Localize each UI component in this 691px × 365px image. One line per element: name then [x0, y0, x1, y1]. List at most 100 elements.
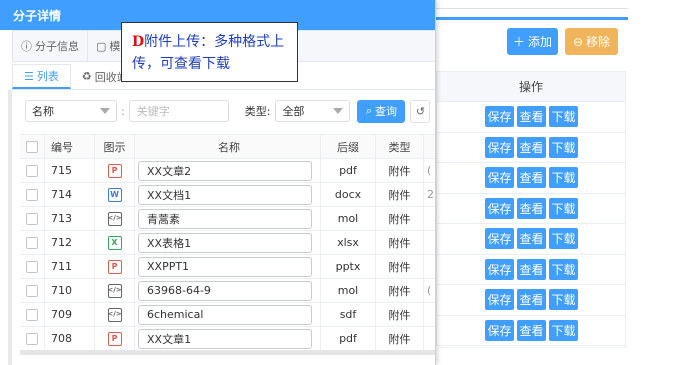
name-input[interactable]: XX表格1 [138, 232, 312, 253]
search-field-select[interactable]: 名称 [25, 100, 117, 122]
tab-molecule-info[interactable]: ⓘ 分子信息 [13, 31, 88, 61]
row-select-cell[interactable] [20, 207, 45, 230]
query-label: 查询 [375, 105, 398, 118]
view-button[interactable]: 查看 [517, 167, 546, 189]
row-checkbox[interactable] [26, 236, 38, 249]
download-button[interactable]: 下载 [549, 167, 578, 189]
save-button[interactable]: 保存 [485, 197, 514, 219]
row-type: 附件 [376, 207, 424, 230]
operations-header: 操作 [437, 71, 625, 102]
callout-text: 附件上传：多种格式上传，可查看下载 [132, 34, 285, 72]
name-input[interactable]: 63968-64-9 [138, 280, 312, 301]
row-type: 附件 [376, 231, 424, 254]
view-button[interactable]: 查看 [517, 106, 546, 128]
name-input[interactable]: 6chemical [138, 304, 312, 325]
row-checkbox[interactable] [26, 308, 38, 321]
save-button[interactable]: 保存 [485, 167, 514, 189]
download-button[interactable]: 下载 [549, 197, 578, 219]
view-button[interactable]: 查看 [517, 319, 546, 341]
row-num: 713 [45, 207, 95, 230]
select-value: 全部 [282, 105, 305, 118]
row-name-cell: 63968-64-9 [135, 279, 321, 302]
panel-top-divider [436, 8, 628, 9]
row-checkbox[interactable] [26, 332, 38, 345]
table-row[interactable]: 712 X XX表格1 xlsx 附件 [20, 231, 435, 255]
download-button[interactable]: 下载 [549, 136, 578, 158]
download-button[interactable]: 下载 [549, 289, 578, 311]
row-type: 附件 [376, 327, 424, 350]
view-button[interactable]: 查看 [517, 258, 546, 280]
subtab-list[interactable]: ☰ 列表 [12, 64, 71, 89]
row-checkbox[interactable] [26, 164, 38, 177]
row-select-cell[interactable] [20, 303, 45, 326]
download-button[interactable]: 下载 [549, 258, 578, 280]
vertical-scrollbar[interactable] [8, 90, 12, 365]
table-row[interactable]: 715 P XX文章2 pdf 附件( [20, 159, 435, 183]
view-button[interactable]: 查看 [517, 228, 546, 250]
table-row[interactable]: 713 </> 青蒿素 mol 附件 [20, 207, 435, 231]
select-all-cell[interactable] [20, 135, 45, 158]
save-button[interactable]: 保存 [485, 228, 514, 250]
chevron-down-icon [100, 108, 110, 114]
row-name-cell: XXPPT1 [135, 255, 321, 278]
save-button[interactable]: 保存 [485, 289, 514, 311]
table-row[interactable]: 708 P XX文章1 pdf 附件 [20, 327, 435, 351]
row-select-cell[interactable] [20, 255, 45, 278]
query-button[interactable]: ⌕ 查询 [357, 99, 406, 123]
download-button[interactable]: 下载 [549, 106, 578, 128]
row-select-cell[interactable] [20, 327, 45, 350]
add-button[interactable]: ＋ 添加 [507, 28, 558, 55]
attachment-table: 编号 图示 名称 后缀 类型 715 P XX文章2 pdf 附件(714 W XX文档1 d… [20, 134, 435, 351]
row-checkbox[interactable] [26, 212, 38, 225]
horizontal-scrollbar[interactable] [20, 350, 435, 355]
save-button[interactable]: 保存 [485, 136, 514, 158]
name-input[interactable]: XXPPT1 [138, 256, 312, 277]
view-button[interactable]: 查看 [517, 197, 546, 219]
header-icon: 图示 [95, 135, 135, 158]
table-row[interactable]: 710 </> 63968-64-9 mol 附件( [20, 279, 435, 303]
row-name-cell: XX文章2 [135, 159, 321, 182]
row-select-cell[interactable] [20, 183, 45, 206]
row-select-cell[interactable] [20, 279, 45, 302]
select-value: 名称 [32, 105, 54, 118]
view-button[interactable]: 查看 [517, 136, 546, 158]
operations-row: 保存 查看 下载 [437, 194, 625, 224]
name-input[interactable]: XX文档1 [138, 184, 312, 205]
save-button[interactable]: 保存 [485, 319, 514, 341]
row-name-cell: 青蒿素 [135, 207, 321, 230]
row-checkbox[interactable] [26, 188, 38, 201]
name-input[interactable]: 青蒿素 [138, 208, 312, 229]
header-type: 类型 [376, 135, 424, 158]
row-icon-cell: P [95, 255, 135, 278]
keyword-input[interactable]: 关键字 [128, 100, 229, 122]
row-more [424, 207, 435, 230]
row-more [424, 255, 435, 278]
name-input[interactable]: XX文章1 [138, 328, 312, 349]
row-type: 附件 [376, 255, 424, 278]
reset-button[interactable]: ↺ [410, 99, 431, 123]
table-row[interactable]: 714 W XX文档1 docx 附件 2 [20, 183, 435, 207]
select-all-checkbox[interactable] [26, 140, 38, 153]
row-select-cell[interactable] [20, 159, 45, 182]
row-num: 711 [45, 255, 95, 278]
save-button[interactable]: 保存 [485, 258, 514, 280]
table-row[interactable]: 709 </> 6chemical sdf 附件 [20, 303, 435, 327]
row-type: 附件 [376, 159, 424, 182]
download-button[interactable]: 下载 [549, 319, 578, 341]
row-checkbox[interactable] [26, 284, 38, 297]
type-select[interactable]: 全部 [275, 100, 351, 122]
remove-button[interactable]: ⊖ 移除 [565, 28, 618, 55]
row-checkbox[interactable] [26, 260, 38, 273]
row-ext: mol [321, 207, 376, 230]
header-more [424, 135, 435, 158]
view-button[interactable]: 查看 [517, 289, 546, 311]
operations-row: 保存 查看 下载 [437, 163, 625, 194]
operations-row: 保存 查看 下载 [437, 285, 625, 316]
name-input[interactable]: XX文章2 [138, 160, 312, 181]
panel-accent-line [436, 17, 628, 20]
save-button[interactable]: 保存 [485, 106, 514, 128]
download-button[interactable]: 下载 [549, 228, 578, 250]
row-select-cell[interactable] [20, 231, 45, 254]
table-row[interactable]: 711 P XXPPT1 pptx 附件 [20, 255, 435, 279]
row-ext: xlsx [321, 231, 376, 254]
